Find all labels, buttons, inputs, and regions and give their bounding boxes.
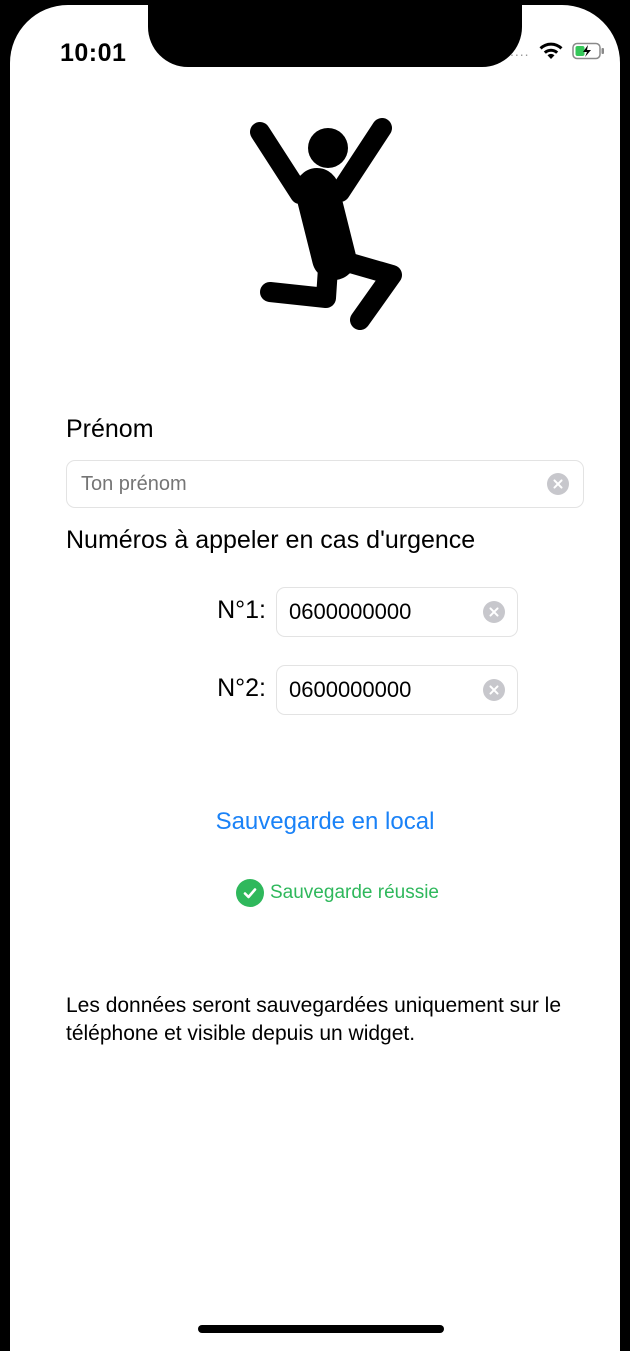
emergency-numbers-label: Numéros à appeler en cas d'urgence [66, 526, 476, 554]
app-screen: 10:01 .... Prénom Numéros à appeler en c… [10, 5, 620, 1351]
number-1-field[interactable] [276, 587, 518, 637]
number-2-field[interactable] [276, 665, 518, 715]
save-success-status: Sauvegarde réussie [236, 879, 439, 907]
clear-icon[interactable] [483, 679, 505, 701]
signal-icon: .... [510, 43, 530, 59]
clear-icon[interactable] [547, 473, 569, 495]
number-2-label: N°2: [217, 674, 266, 702]
status-time: 10:01 [60, 39, 127, 67]
status-indicators: .... [510, 41, 606, 61]
number-1-label: N°1: [217, 596, 266, 624]
prenom-input[interactable] [81, 472, 539, 496]
number-2-input[interactable] [289, 677, 475, 703]
save-local-button[interactable]: Sauvegarde en local [160, 808, 490, 836]
prenom-label: Prénom [66, 415, 154, 443]
battery-charging-icon [571, 42, 604, 60]
jumping-person-icon [250, 118, 402, 330]
info-text: Les données seront sauvegardées uniqueme… [66, 994, 561, 1045]
home-indicator[interactable] [198, 1325, 444, 1333]
wifi-icon [539, 42, 563, 59]
device-notch [148, 5, 522, 67]
save-success-label: Sauvegarde réussie [270, 882, 439, 903]
number-1-input[interactable] [289, 599, 475, 625]
checkmark-circle-icon [236, 879, 264, 907]
prenom-field[interactable] [66, 460, 584, 508]
clear-icon[interactable] [483, 601, 505, 623]
